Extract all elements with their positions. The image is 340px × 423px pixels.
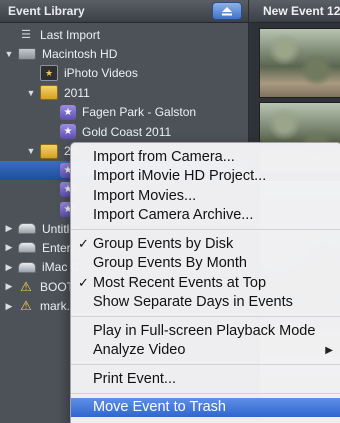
disclosure-triangle-icon[interactable]: ▶ <box>4 281 14 292</box>
menu-item-label: Analyze Video <box>93 342 186 359</box>
menu-item-label: Show Separate Days in Events <box>93 294 293 311</box>
tree-item-last-import[interactable]: ☰ Last Import <box>0 25 248 44</box>
tree-item-event[interactable]: ★ Gold Coast 2011 <box>0 122 248 141</box>
event-title: New Event 12 <box>263 4 340 18</box>
menu-separator <box>71 316 340 317</box>
eject-icon <box>222 7 232 16</box>
checkmark-icon: ✓ <box>78 274 89 290</box>
menu-item-label: Move Event to Trash <box>93 399 226 416</box>
clip-thumbnail[interactable] <box>259 28 340 98</box>
menu-item-most-recent-events-at-top[interactable]: ✓ Most Recent Events at Top <box>71 273 340 293</box>
sidebar-header: Event Library <box>0 0 248 23</box>
menu-item-move-event-to-trash[interactable]: Move Event to Trash <box>71 397 340 417</box>
tree-item-label: 2011 <box>64 85 90 100</box>
tree-item-macintosh-hd[interactable]: ▼ Macintosh HD <box>0 44 248 63</box>
imovie-window: Event Library ☰ Last Import ▼ Macintosh … <box>0 0 340 423</box>
tree-item-label: Gold Coast 2011 <box>82 124 172 139</box>
menu-item-group-events-by-disk[interactable]: ✓ Group Events by Disk <box>71 234 340 254</box>
tree-item-label: Macintosh HD <box>42 47 118 62</box>
menu-separator <box>71 364 340 365</box>
tree-item-label: BOOT <box>40 279 75 294</box>
menu-item-label: Most Recent Events at Top <box>93 274 267 291</box>
tree-item-label: Last Import <box>40 27 101 42</box>
disclosure-triangle-icon[interactable]: ▼ <box>26 88 36 98</box>
menu-item-play-fullscreen[interactable]: Play in Full-screen Playback Mode <box>71 321 340 341</box>
disclosure-triangle-icon[interactable]: ▶ <box>4 242 14 253</box>
drive-icon <box>18 261 36 273</box>
list-icon: ☰ <box>21 29 31 42</box>
event-title-bar: New Event 12 <box>249 0 340 23</box>
menu-item-import-imovie-hd-project[interactable]: Import iMovie HD Project... <box>71 167 340 187</box>
menu-item-group-events-by-month[interactable]: Group Events By Month <box>71 254 340 274</box>
disclosure-triangle-icon[interactable]: ▶ <box>4 301 14 311</box>
sidebar-title: Event Library <box>8 4 85 18</box>
menu-item-label: Import from Camera... <box>93 148 235 165</box>
hard-drive-icon <box>18 48 36 61</box>
menu-item-show-separate-days[interactable]: Show Separate Days in Events <box>71 293 340 313</box>
tree-item-event[interactable]: ★ Fagen Park - Galston <box>0 103 248 122</box>
calendar-icon <box>40 143 58 159</box>
menu-separator <box>71 392 340 394</box>
disclosure-triangle-icon[interactable]: ▼ <box>26 146 36 156</box>
tree-item-label: mark. <box>40 299 70 314</box>
disclosure-triangle-icon[interactable]: ▶ <box>4 223 14 234</box>
film-icon: ★ <box>40 65 58 82</box>
calendar-icon <box>40 85 58 101</box>
menu-item-label: Group Events by Disk <box>93 235 234 252</box>
menu-item-import-from-camera[interactable]: Import from Camera... <box>71 147 340 167</box>
menu-item-label: Import Movies... <box>93 187 197 204</box>
menu-item-print-event[interactable]: Print Event... <box>71 369 340 389</box>
drive-icon <box>18 223 36 235</box>
menu-item-label: Play in Full-screen Playback Mode <box>93 322 316 339</box>
menu-item-label: Import Camera Archive... <box>93 207 254 224</box>
event-star-icon: ★ <box>60 124 76 140</box>
event-star-icon: ★ <box>60 104 76 120</box>
warning-icon: ⚠ <box>20 278 32 294</box>
menu-item-label: Group Events By Month <box>93 255 247 272</box>
tree-item-year-2011[interactable]: ▼ 2011 <box>0 83 248 102</box>
disclosure-triangle-icon[interactable]: ▼ <box>4 49 14 59</box>
drive-icon <box>18 242 36 254</box>
context-menu: Import from Camera... Import iMovie HD P… <box>70 142 340 423</box>
menu-item-import-camera-archive[interactable]: Import Camera Archive... <box>71 206 340 226</box>
menu-item-label: Print Event... <box>93 370 177 387</box>
warning-icon: ⚠ <box>20 298 32 314</box>
tree-item-iphoto-videos[interactable]: ★ iPhoto Videos <box>0 64 248 83</box>
tree-item-label: Fagen Park - Galston <box>82 105 197 120</box>
menu-item-label: Import iMovie HD Project... <box>93 168 267 185</box>
disclosure-triangle-icon[interactable]: ▶ <box>4 262 14 272</box>
menu-separator <box>71 229 340 230</box>
tree-item-label: iPhoto Videos <box>64 66 138 81</box>
menu-item-import-movies[interactable]: Import Movies... <box>71 186 340 206</box>
checkmark-icon: ✓ <box>78 235 89 251</box>
menu-item-analyze-video[interactable]: Analyze Video ▶ <box>71 341 340 361</box>
submenu-arrow-icon: ▶ <box>325 344 333 356</box>
eject-drive-button[interactable] <box>212 2 242 20</box>
